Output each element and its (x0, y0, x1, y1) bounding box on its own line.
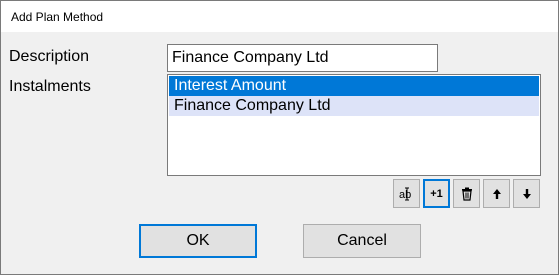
list-item[interactable]: Interest Amount (169, 76, 539, 96)
trash-icon (461, 187, 473, 201)
arrow-up-icon (492, 188, 502, 200)
add-plan-method-dialog: Add Plan Method Description Finance Comp… (0, 0, 559, 275)
svg-text:ab: ab (399, 189, 411, 201)
delete-button[interactable] (453, 179, 480, 208)
edit-button[interactable]: ab (393, 179, 420, 208)
ok-button[interactable]: OK (139, 224, 257, 258)
arrow-down-icon (522, 188, 532, 200)
description-input[interactable]: Finance Company Ltd (167, 44, 438, 72)
plus-one-label: +1 (430, 187, 443, 200)
window-title: Add Plan Method (11, 10, 104, 24)
move-down-button[interactable] (513, 179, 540, 208)
move-up-button[interactable] (483, 179, 510, 208)
description-label: Description (9, 48, 90, 65)
instalments-listbox[interactable]: Interest Amount Finance Company Ltd (167, 74, 541, 176)
cancel-button[interactable]: Cancel (303, 224, 421, 258)
list-item[interactable]: Finance Company Ltd (169, 96, 539, 116)
edit-cursor-icon: ab (399, 187, 415, 201)
instalments-label: Instalments (9, 78, 91, 95)
add-one-button[interactable]: +1 (423, 179, 450, 208)
title-bar[interactable]: Add Plan Method (1, 1, 558, 32)
